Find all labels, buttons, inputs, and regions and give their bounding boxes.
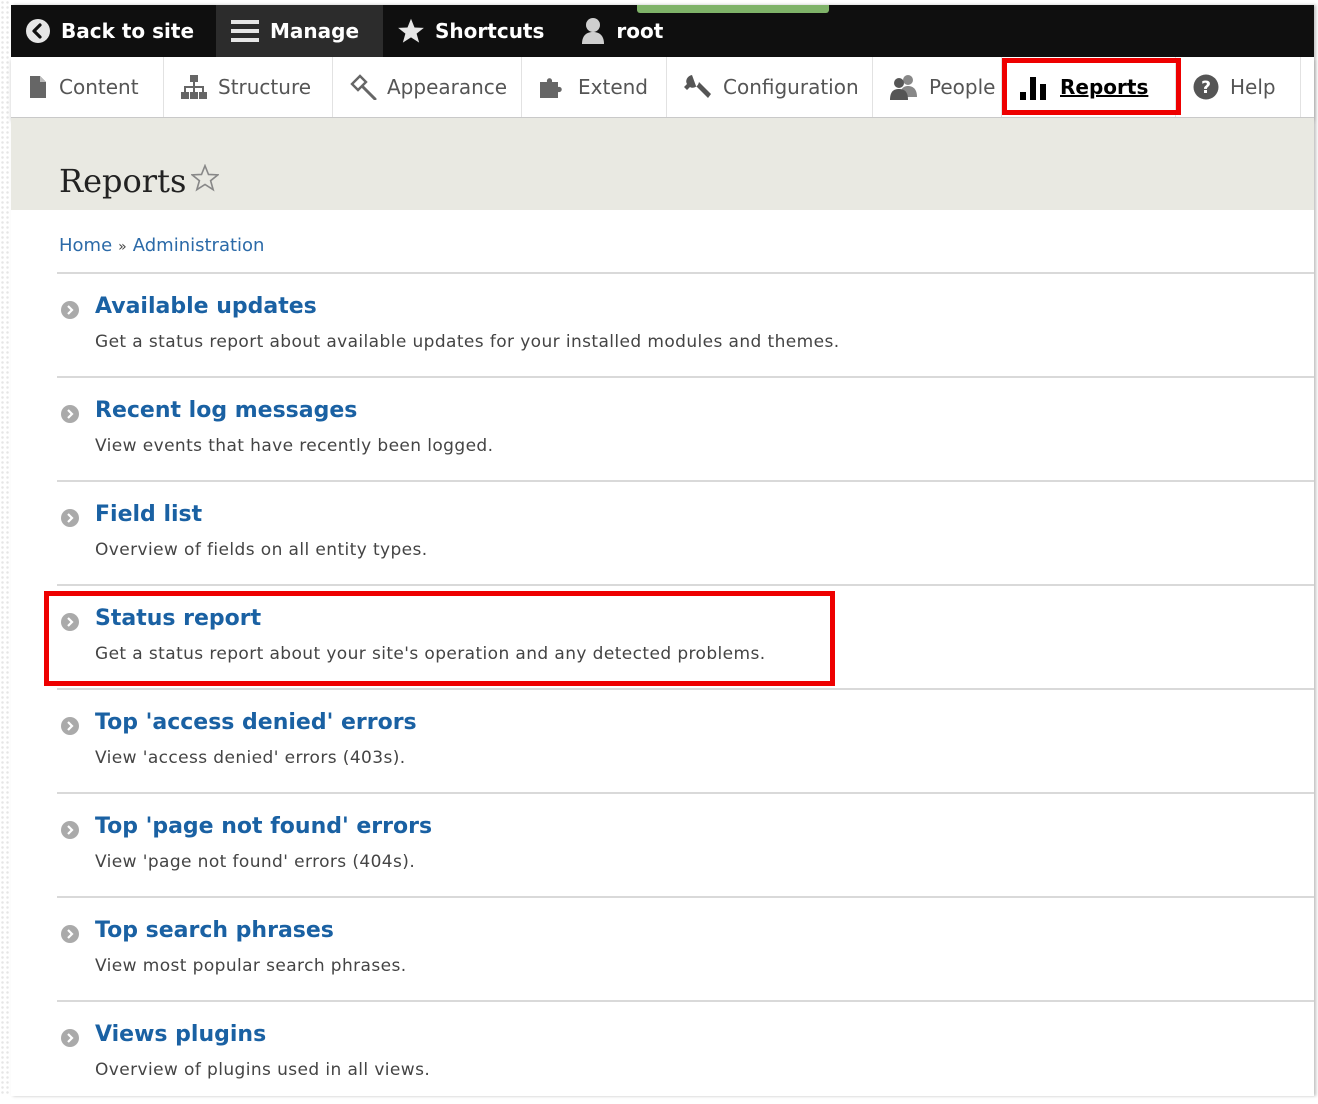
list-item: Top search phrases View most popular sea… xyxy=(57,896,1314,1000)
chevron-right-circle-icon xyxy=(60,924,80,948)
user-name: root xyxy=(616,19,664,43)
list-item: Top 'access denied' errors View 'access … xyxy=(57,688,1314,792)
tray-item-extend[interactable]: Extend xyxy=(522,57,667,117)
shortcuts-label: Shortcuts xyxy=(435,19,545,43)
svg-text:?: ? xyxy=(1201,78,1211,98)
tray-label-appearance: Appearance xyxy=(387,75,508,99)
add-shortcut-star-icon[interactable] xyxy=(189,163,221,196)
report-description: View most popular search phrases. xyxy=(95,956,407,976)
breadcrumb-home-link[interactable]: Home xyxy=(59,235,112,256)
chevron-right-circle-icon xyxy=(60,820,80,844)
chevron-right-circle-icon xyxy=(60,1028,80,1052)
chevron-right-circle-icon xyxy=(60,716,80,740)
manage-label: Manage xyxy=(270,19,360,43)
report-description: Overview of fields on all entity types. xyxy=(95,540,428,560)
manage-button[interactable]: Manage xyxy=(216,5,384,57)
paintbrush-icon xyxy=(349,74,377,100)
chevron-right-circle-icon xyxy=(60,404,80,428)
tray-item-reports[interactable]: Reports xyxy=(1002,57,1176,117)
user-icon xyxy=(580,17,606,45)
report-description: Overview of plugins used in all views. xyxy=(95,1060,431,1080)
breadcrumb: Home » Administration xyxy=(59,235,264,256)
tray-item-appearance[interactable]: Appearance xyxy=(333,57,522,117)
tray-label-reports: Reports xyxy=(1060,75,1149,99)
star-icon xyxy=(397,17,425,45)
sitemap-icon xyxy=(180,74,208,100)
chevron-right-circle-icon xyxy=(60,300,80,324)
report-link-available-updates[interactable]: Available updates xyxy=(95,294,317,319)
report-link-access-denied-errors[interactable]: Top 'access denied' errors xyxy=(95,710,417,735)
tray-item-structure[interactable]: Structure xyxy=(164,57,333,117)
chevron-left-circle-icon xyxy=(25,18,51,44)
report-description: Get a status report about your site's op… xyxy=(95,644,766,664)
report-description: View 'page not found' errors (404s). xyxy=(95,852,416,872)
report-description: View events that have recently been logg… xyxy=(95,436,494,456)
report-link-views-plugins[interactable]: Views plugins xyxy=(95,1022,266,1047)
report-description: Get a status report about available upda… xyxy=(95,332,840,352)
report-link-top-search-phrases[interactable]: Top search phrases xyxy=(95,918,334,943)
reports-list: Available updates Get a status report ab… xyxy=(57,272,1314,1104)
tray-item-configuration[interactable]: Configuration xyxy=(667,57,873,117)
chevron-right-circle-icon xyxy=(60,508,80,532)
page-margin xyxy=(0,0,10,1096)
question-icon: ? xyxy=(1192,73,1220,101)
list-item: Top 'page not found' errors View 'page n… xyxy=(57,792,1314,896)
shortcuts-button[interactable]: Shortcuts xyxy=(383,5,566,57)
report-description: View 'access denied' errors (403s). xyxy=(95,748,406,768)
list-item: Status report Get a status report about … xyxy=(57,584,1314,688)
chevron-right-circle-icon xyxy=(60,612,80,636)
tray-item-help[interactable]: ? Help xyxy=(1176,57,1301,117)
puzzle-icon xyxy=(538,74,568,100)
tray-label-help: Help xyxy=(1230,75,1276,99)
people-icon xyxy=(889,73,919,101)
page-title: Reports xyxy=(59,162,187,200)
admin-menu-tray: Content Structure Appearance Extend Conf… xyxy=(11,57,1314,118)
tray-label-extend: Extend xyxy=(578,75,648,99)
breadcrumb-administration-link[interactable]: Administration xyxy=(133,235,265,256)
back-to-site-label: Back to site xyxy=(61,19,195,43)
tray-label-structure: Structure xyxy=(218,75,312,99)
admin-toolbar: Back to site Manage Shortcuts root xyxy=(11,5,1314,57)
list-item: Views plugins Overview of plugins used i… xyxy=(57,1000,1314,1104)
wrench-icon xyxy=(683,73,713,101)
list-item: Available updates Get a status report ab… xyxy=(57,272,1314,376)
tray-item-content[interactable]: Content xyxy=(11,57,164,117)
report-link-status-report[interactable]: Status report xyxy=(95,606,261,631)
hamburger-icon xyxy=(230,18,260,44)
report-link-field-list[interactable]: Field list xyxy=(95,502,202,527)
tray-label-content: Content xyxy=(59,75,139,99)
list-item: Field list Overview of fields on all ent… xyxy=(57,480,1314,584)
report-link-page-not-found-errors[interactable]: Top 'page not found' errors xyxy=(95,814,432,839)
page-header: Reports xyxy=(11,118,1314,210)
admin-page: Back to site Manage Shortcuts root Conte… xyxy=(11,5,1314,1096)
tray-label-people: People xyxy=(929,75,996,99)
tray-label-configuration: Configuration xyxy=(723,75,859,99)
back-to-site-button[interactable]: Back to site xyxy=(11,5,216,57)
report-link-recent-log-messages[interactable]: Recent log messages xyxy=(95,398,357,423)
file-icon xyxy=(27,75,49,99)
list-item: Recent log messages View events that hav… xyxy=(57,376,1314,480)
toolbar-accent xyxy=(637,5,829,13)
bar-chart-icon xyxy=(1018,73,1050,101)
tray-item-people[interactable]: People xyxy=(873,57,1002,117)
breadcrumb-separator: » xyxy=(118,239,127,255)
